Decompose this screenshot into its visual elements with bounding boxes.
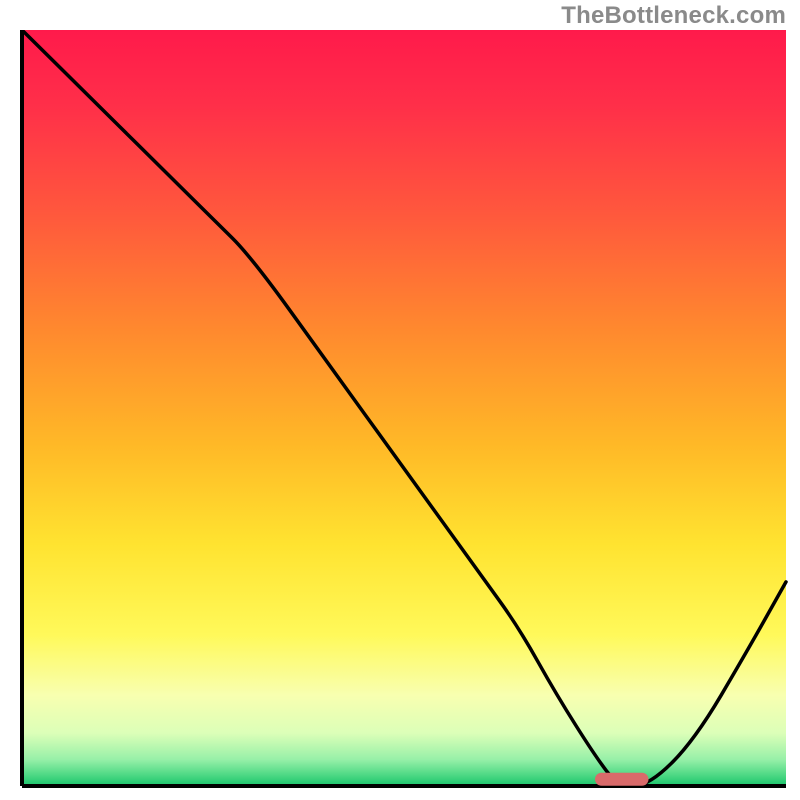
plot-area <box>18 30 788 790</box>
chart-svg <box>18 30 788 790</box>
optimal-marker <box>595 773 648 786</box>
watermark-text: TheBottleneck.com <box>561 2 786 30</box>
chart-frame: TheBottleneck.com <box>0 0 800 800</box>
